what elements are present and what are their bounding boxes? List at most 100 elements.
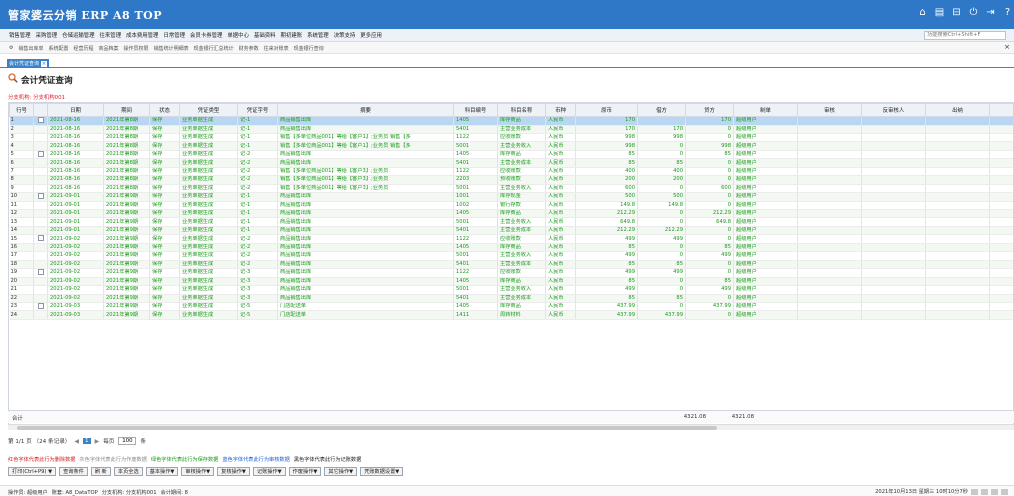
prev-page-button[interactable]: ◀	[74, 438, 79, 445]
table-row[interactable]: 11 2021-09-01 2021年第9期 保存 业务单据生成 记-1 商品销售出库 100…	[9, 201, 1013, 211]
gear-icon[interactable]: ⚙	[9, 45, 13, 52]
action-button[interactable]: 查询条件	[59, 467, 88, 476]
quick-link[interactable]: 商品档案	[99, 45, 119, 52]
column-header[interactable]: 复核	[989, 103, 1013, 117]
row-checkbox[interactable]	[37, 193, 44, 200]
row-checkbox[interactable]	[37, 117, 44, 123]
quick-link[interactable]: 现金银行汇总统计	[194, 45, 234, 52]
scrollbar-thumb[interactable]	[17, 426, 717, 430]
row-checkbox[interactable]	[37, 302, 44, 309]
quick-link[interactable]: 财务参数	[239, 45, 259, 52]
action-button[interactable]: 其它操作▼	[324, 467, 358, 476]
table-row[interactable]: 17 2021-09-02 2021年第9期 保存 业务单据生成 记-2 商品销售出库 500…	[9, 251, 1013, 261]
table-row[interactable]: 24 2021-09-03 2021年第9期 保存 业务单据生成 记-5 门店配送单 1411…	[9, 310, 1013, 320]
lock-icon[interactable]: ⊟	[950, 6, 963, 19]
table-row[interactable]: 9 2021-08-16 2021年第8期 保存 业务单据生成 记-2 销售【多单位商品00…	[9, 184, 1013, 194]
table-row[interactable]: 21 2021-09-02 2021年第9期 保存 业务单据生成 记-3 商品销售出库 500…	[9, 285, 1013, 295]
column-header[interactable]: 科目名称	[497, 103, 546, 117]
action-button[interactable]: 复核操作▼	[217, 467, 250, 476]
table-row[interactable]: 14 2021-09-01 2021年第9期 保存 业务单据生成 记-1 商品销售出库 540…	[9, 226, 1013, 236]
table-row[interactable]: 2 2021-08-16 2021年第8期 保存 业务单据生成 记-1 商品销售出库 5401…	[9, 125, 1013, 134]
close-icon[interactable]: ×	[1004, 43, 1010, 51]
menu-item[interactable]: 期初建账	[281, 31, 303, 39]
home-icon[interactable]: ⌂	[916, 6, 929, 19]
quick-link[interactable]: 经营历程	[74, 45, 94, 52]
menu-item[interactable]: 销售管理	[9, 31, 31, 39]
column-header[interactable]: 日期	[47, 103, 104, 117]
per-page-input[interactable]	[118, 437, 137, 445]
column-header[interactable]: 审核	[797, 103, 862, 117]
menu-item[interactable]: 基础资料	[254, 31, 276, 39]
table-row[interactable]: 22 2021-09-02 2021年第9期 保存 业务单据生成 记-3 商品销售出库 540…	[9, 294, 1013, 303]
grid-icon[interactable]	[971, 488, 978, 495]
column-header[interactable]: 期间	[103, 103, 150, 117]
action-button[interactable]: 审核操作▼	[181, 467, 215, 476]
table-row[interactable]: 18 2021-09-02 2021年第9期 保存 业务单据生成 记-2 商品销售出库 540…	[9, 260, 1013, 270]
column-header[interactable]: 反审核人	[861, 103, 926, 117]
current-page[interactable]: 1	[83, 438, 91, 444]
table-row[interactable]: 16 2021-09-02 2021年第9期 保存 业务单据生成 记-2 商品销售出库 140…	[9, 243, 1013, 253]
action-button[interactable]: 基本操作▼	[145, 467, 179, 476]
action-button[interactable]: 刷 新	[90, 467, 111, 476]
column-header[interactable]: 行号	[9, 103, 34, 117]
action-button[interactable]: 本页全选	[113, 467, 143, 476]
table-row[interactable]: 8 2021-08-16 2021年第8期 保存 业务单据生成 记-2 销售【多单位商品00…	[9, 175, 1013, 185]
quick-link[interactable]: 销售统计明细表	[154, 45, 189, 52]
action-button[interactable]: 作废操作▼	[288, 467, 322, 476]
help-icon[interactable]: ?	[1001, 6, 1014, 19]
chart-icon[interactable]	[991, 488, 998, 495]
menu-item[interactable]: 单据中心	[227, 31, 249, 39]
menu-item[interactable]: 日常管理	[163, 31, 185, 39]
quick-link[interactable]: 现金银行查询	[294, 45, 324, 52]
action-button[interactable]: 凭账数据设置▼	[360, 467, 404, 476]
menu-item[interactable]: 采购管理	[36, 31, 58, 39]
table-row[interactable]: 15 2021-09-02 2021年第9期 保存 业务单据生成 记-2 商品销售出库 112…	[9, 234, 1013, 244]
row-checkbox[interactable]	[37, 235, 44, 242]
table-row[interactable]: 5 2021-08-16 2021年第8期 保存 业务单据生成 记-2 商品销售出库 1405…	[9, 150, 1013, 160]
menu-item[interactable]: 仓储运输管理	[62, 31, 94, 39]
table-row[interactable]: 6 2021-08-16 2021年第8期 保存 业务单据生成 记-2 商品销售出库 5401…	[9, 158, 1013, 168]
column-header[interactable]: 贷方	[685, 103, 734, 117]
column-header[interactable]: 凭证类型	[179, 103, 238, 117]
column-header[interactable]: 制单	[733, 103, 798, 117]
table-row[interactable]: 7 2021-08-16 2021年第8期 保存 业务单据生成 记-2 销售【多单位商品00…	[9, 167, 1013, 177]
column-header[interactable]: 科目编号	[453, 103, 498, 117]
column-header[interactable]: 出纳	[925, 103, 990, 117]
row-checkbox[interactable]	[37, 269, 44, 276]
table-row[interactable]: 19 2021-09-02 2021年第9期 保存 业务单据生成 记-3 商品销售出库 112…	[9, 268, 1013, 278]
table-row[interactable]: 13 2021-09-01 2021年第9期 保存 业务单据生成 记-1 商品销售出库 500…	[9, 217, 1013, 227]
power-icon[interactable]: ⏻	[967, 6, 980, 19]
table-row[interactable]: 3 2021-08-16 2021年第8期 保存 业务单据生成 记-1 销售【多单位商品00…	[9, 133, 1013, 143]
menu-item[interactable]: 会员卡券管理	[190, 31, 222, 39]
table-row[interactable]: 20 2021-09-02 2021年第9期 保存 业务单据生成 记-3 商品销售出库 140…	[9, 277, 1013, 287]
column-header[interactable]	[33, 103, 48, 117]
column-header[interactable]: 摘要	[277, 103, 454, 117]
action-button[interactable]: 记账操作▼	[252, 467, 286, 476]
function-search-input[interactable]	[924, 30, 1006, 40]
quick-link[interactable]: 系统配置	[49, 45, 69, 52]
action-button[interactable]: 打印(Ctrl+P9) ▼	[8, 467, 57, 476]
calendar-icon[interactable]	[981, 488, 988, 495]
menu-item[interactable]: 系统管理	[307, 31, 329, 39]
quick-link[interactable]: 销售出库单	[18, 45, 43, 52]
table-row[interactable]: 10 2021-09-01 2021年第9期 保存 业务单据生成 记-1 商品销售出库 100…	[9, 192, 1013, 202]
quick-link[interactable]: 操作员权限	[124, 45, 149, 52]
table-row[interactable]: 4 2021-08-16 2021年第8期 保存 业务单据生成 记-1 销售【多单位商品00…	[9, 141, 1013, 151]
tab-voucher-query[interactable]: 会计凭证查询 ×	[7, 59, 50, 68]
menu-item[interactable]: 成本费用管理	[126, 31, 158, 39]
row-checkbox[interactable]	[37, 150, 44, 157]
menu-item[interactable]: 往来管理	[100, 31, 122, 39]
horizontal-scrollbar[interactable]	[8, 424, 1014, 430]
next-page-button[interactable]: ▶	[95, 438, 100, 445]
table-row[interactable]: 1 2021-08-16 2021年第8期 保存 业务单据生成 记-1 商品销售出库 1405…	[9, 116, 1013, 126]
quick-link[interactable]: 往来对账表	[264, 45, 289, 52]
column-header[interactable]: 原币	[575, 103, 638, 117]
exit-icon[interactable]: ⇥	[984, 6, 997, 19]
apps-icon[interactable]	[1001, 488, 1008, 495]
tab-close-icon[interactable]: ×	[41, 60, 48, 67]
column-header[interactable]: 状态	[149, 103, 180, 117]
menu-item[interactable]: 更多应用	[360, 31, 382, 39]
column-header[interactable]: 借方	[637, 103, 686, 117]
calendar-icon[interactable]: ▤	[933, 6, 946, 19]
column-header[interactable]: 币种	[545, 103, 576, 117]
